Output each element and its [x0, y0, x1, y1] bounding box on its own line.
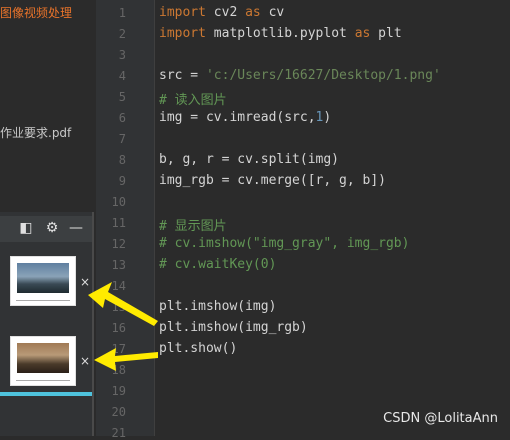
arrow-2 — [94, 348, 158, 371]
annotation-arrows — [88, 282, 158, 371]
arrow-1 — [88, 282, 158, 326]
